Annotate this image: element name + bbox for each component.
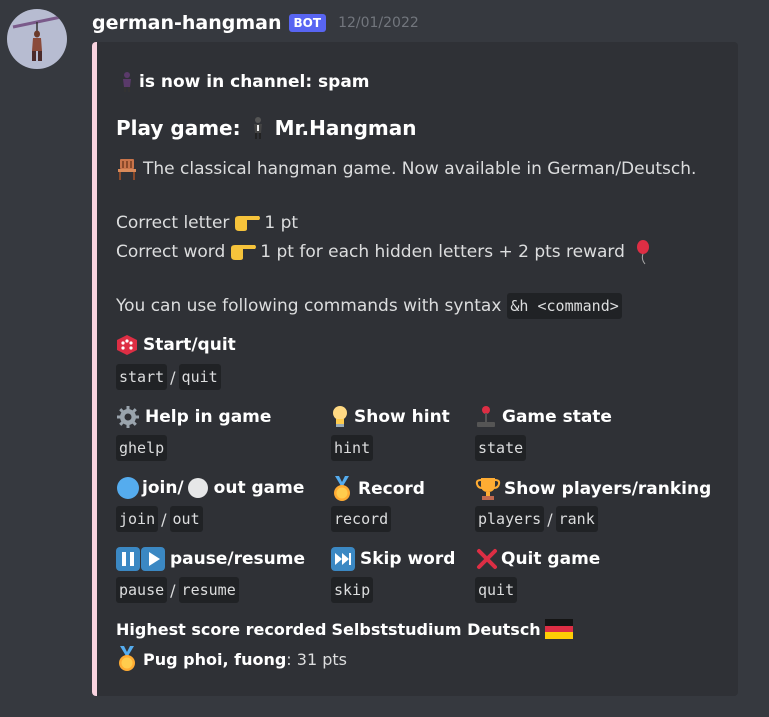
command-out: out bbox=[169, 506, 203, 532]
command-resume: resume bbox=[178, 577, 239, 603]
command-join: join bbox=[116, 506, 159, 532]
field-start-quit-value: start / quit bbox=[116, 364, 221, 390]
field-skip-name: Skip word bbox=[331, 547, 455, 571]
syntax-text: You can use following commands with synt… bbox=[116, 296, 502, 316]
next-track-icon bbox=[331, 547, 355, 571]
field-state-value: state bbox=[475, 435, 527, 461]
command-record: record bbox=[331, 506, 392, 532]
separator: / bbox=[170, 367, 176, 387]
field-skip-label: Skip word bbox=[360, 549, 456, 569]
field-skip-value: skip bbox=[331, 577, 374, 603]
medal-icon bbox=[116, 646, 138, 672]
field-hint-value: hint bbox=[331, 435, 374, 461]
field-quit-label: Quit game bbox=[501, 549, 601, 569]
field-players-name: Show players/ranking bbox=[475, 476, 711, 502]
field-hint-label: Show hint bbox=[354, 407, 450, 427]
field-hint-name: Show hint bbox=[331, 405, 450, 429]
command-pause: pause bbox=[116, 577, 168, 603]
field-out-label: out game bbox=[213, 478, 305, 498]
command-rank: rank bbox=[555, 506, 598, 532]
white-circle-icon bbox=[187, 477, 209, 499]
field-pause-label: pause/resume bbox=[170, 549, 305, 569]
score-value: 1 pt for each hidden letters + 2 pts rew… bbox=[260, 242, 625, 262]
highscore-score: : 31 pts bbox=[286, 649, 347, 669]
die-icon bbox=[116, 334, 138, 356]
username[interactable]: german-hangman bbox=[92, 12, 282, 34]
separator: / bbox=[547, 509, 553, 529]
field-record-label: Record bbox=[358, 479, 425, 499]
command-state: state bbox=[475, 435, 527, 461]
field-join-label: join/ bbox=[142, 478, 184, 498]
embed-accent-bar bbox=[92, 42, 97, 696]
highscore-player: Pug phoi, fuong bbox=[143, 649, 287, 669]
field-highscore-value: Pug phoi, fuong : 31 pts bbox=[116, 646, 347, 672]
chair-icon bbox=[116, 157, 138, 181]
score-line-word: Correct word 1 pt for each hidden letter… bbox=[116, 239, 656, 265]
field-help-label: Help in game bbox=[145, 407, 272, 427]
timestamp[interactable]: 12/01/2022 bbox=[338, 15, 419, 31]
syntax-line: You can use following commands with synt… bbox=[116, 293, 622, 319]
command-skip: skip bbox=[331, 577, 374, 603]
field-start-label: Start/quit bbox=[143, 335, 236, 355]
germany-flag-icon bbox=[544, 619, 573, 639]
cross-mark-icon bbox=[475, 547, 499, 571]
command-start: start bbox=[116, 364, 168, 390]
command-quit: quit bbox=[178, 364, 221, 390]
field-players-value: players / rank bbox=[475, 506, 598, 532]
field-join-value: join / out bbox=[116, 506, 203, 532]
field-quit-value: quit bbox=[475, 577, 518, 603]
man-in-suit-levitating-icon bbox=[251, 116, 265, 140]
embed-title-name: Mr.Hangman bbox=[274, 116, 417, 140]
balloon-icon bbox=[635, 239, 651, 265]
pointing-right-icon bbox=[229, 242, 257, 262]
field-highscore-name: Highest score recorded Selbststudium Deu… bbox=[116, 619, 578, 639]
field-state-label: Game state bbox=[502, 407, 612, 427]
trophy-icon bbox=[475, 476, 501, 502]
field-start-quit-name: Start/quit bbox=[116, 334, 236, 356]
score-label: Correct letter bbox=[116, 213, 230, 233]
highscore-prefix: Highest score recorded bbox=[116, 619, 327, 639]
highscore-guild: Selbststudium Deutsch bbox=[331, 619, 541, 639]
description-text: The classical hangman game. Now availabl… bbox=[143, 159, 697, 179]
field-help-name: Help in game bbox=[116, 405, 271, 429]
command-ghelp: ghelp bbox=[116, 435, 168, 461]
message-header: german-hangman BOT 12/01/2022 bbox=[92, 10, 419, 36]
command-quit: quit bbox=[475, 577, 518, 603]
man-in-suit-levitating-icon bbox=[120, 71, 134, 93]
field-join-name: join/ out game bbox=[116, 476, 304, 500]
embed-title: Play game: Mr.Hangman bbox=[116, 116, 416, 140]
field-pause-value: pause / resume bbox=[116, 577, 239, 603]
score-value: 1 pt bbox=[264, 213, 299, 233]
command-hint: hint bbox=[331, 435, 374, 461]
syntax-code: &h <command> bbox=[507, 293, 622, 319]
embed-author-text: is now in channel: spam bbox=[139, 72, 370, 92]
field-quit-name: Quit game bbox=[475, 547, 600, 571]
avatar-hangman-icon bbox=[12, 15, 62, 61]
light-bulb-icon bbox=[331, 405, 349, 429]
blue-circle-icon bbox=[116, 476, 140, 500]
pointing-right-icon bbox=[233, 213, 261, 233]
joystick-icon bbox=[475, 405, 497, 429]
embed-title-prefix: Play game: bbox=[116, 116, 241, 140]
field-state-name: Game state bbox=[475, 405, 612, 429]
gear-icon bbox=[116, 405, 140, 429]
field-help-value: ghelp bbox=[116, 435, 168, 461]
pause-icon bbox=[116, 547, 140, 571]
score-label: Correct word bbox=[116, 242, 226, 262]
embed: is now in channel: spam Play game: Mr.Ha… bbox=[92, 42, 738, 696]
command-players: players bbox=[475, 506, 545, 532]
medal-icon bbox=[331, 476, 353, 502]
field-pause-name: pause/resume bbox=[116, 547, 305, 571]
embed-description: The classical hangman game. Now availabl… bbox=[116, 157, 696, 181]
bot-badge: BOT bbox=[288, 14, 327, 32]
avatar[interactable] bbox=[7, 9, 67, 69]
score-line-letter: Correct letter 1 pt bbox=[116, 213, 298, 233]
field-players-label: Show players/ranking bbox=[504, 479, 712, 499]
separator: / bbox=[170, 580, 176, 600]
embed-author: is now in channel: spam bbox=[120, 71, 370, 93]
separator: / bbox=[161, 509, 167, 529]
field-record-name: Record bbox=[331, 476, 425, 502]
play-icon bbox=[141, 547, 165, 571]
field-record-value: record bbox=[331, 506, 392, 532]
